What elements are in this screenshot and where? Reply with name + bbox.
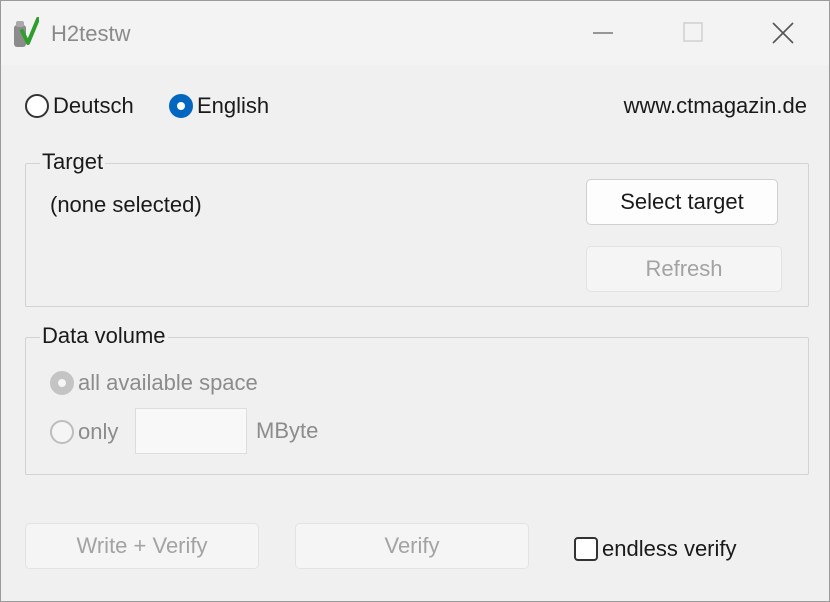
mbyte-unit-label: MByte — [256, 418, 319, 443]
app-window: H2testw Deutsch English www.ctmagazin.de… — [0, 0, 830, 602]
minimize-button[interactable] — [579, 11, 627, 55]
verify-button[interactable]: Verify — [295, 523, 529, 569]
h2testw-app-icon — [14, 17, 39, 47]
close-icon — [772, 22, 794, 44]
dialog-body: Deutsch English www.ctmagazin.de Target … — [1, 65, 829, 601]
minimize-icon — [593, 32, 613, 34]
all-space-radio[interactable] — [50, 371, 74, 395]
deutsch-radio[interactable] — [25, 94, 49, 118]
endless-verify-checkbox[interactable] — [574, 537, 598, 561]
language-english-option[interactable]: English — [169, 93, 269, 119]
mbyte-amount-input[interactable] — [135, 408, 247, 454]
all-space-option[interactable]: all available space — [50, 370, 258, 396]
only-radio[interactable] — [50, 420, 74, 444]
english-radio[interactable] — [169, 94, 193, 118]
data-volume-group-label: Data volume — [40, 322, 168, 350]
refresh-button[interactable]: Refresh — [586, 246, 782, 292]
data-volume-group: Data volume all available space only MBy… — [25, 322, 809, 475]
endless-verify-option[interactable]: endless verify — [574, 536, 737, 562]
close-button[interactable] — [759, 11, 807, 55]
select-target-button[interactable]: Select target — [586, 179, 778, 225]
website-link[interactable]: www.ctmagazin.de — [624, 93, 807, 119]
window-title: H2testw — [51, 21, 131, 46]
english-label: English — [197, 93, 270, 118]
maximize-icon — [683, 22, 703, 42]
only-label: only — [78, 419, 119, 444]
deutsch-label: Deutsch — [53, 93, 134, 118]
language-deutsch-option[interactable]: Deutsch — [25, 93, 134, 119]
title-bar[interactable]: H2testw — [1, 1, 829, 65]
write-verify-button[interactable]: Write + Verify — [25, 523, 259, 569]
target-selected-text: (none selected) — [50, 192, 202, 217]
only-option[interactable]: only — [50, 419, 118, 445]
target-group-label: Target — [40, 148, 106, 176]
target-group: Target (none selected) Select target Ref… — [25, 148, 809, 307]
endless-verify-label: endless verify — [602, 536, 737, 561]
maximize-button — [669, 11, 717, 55]
all-space-label: all available space — [78, 370, 258, 395]
